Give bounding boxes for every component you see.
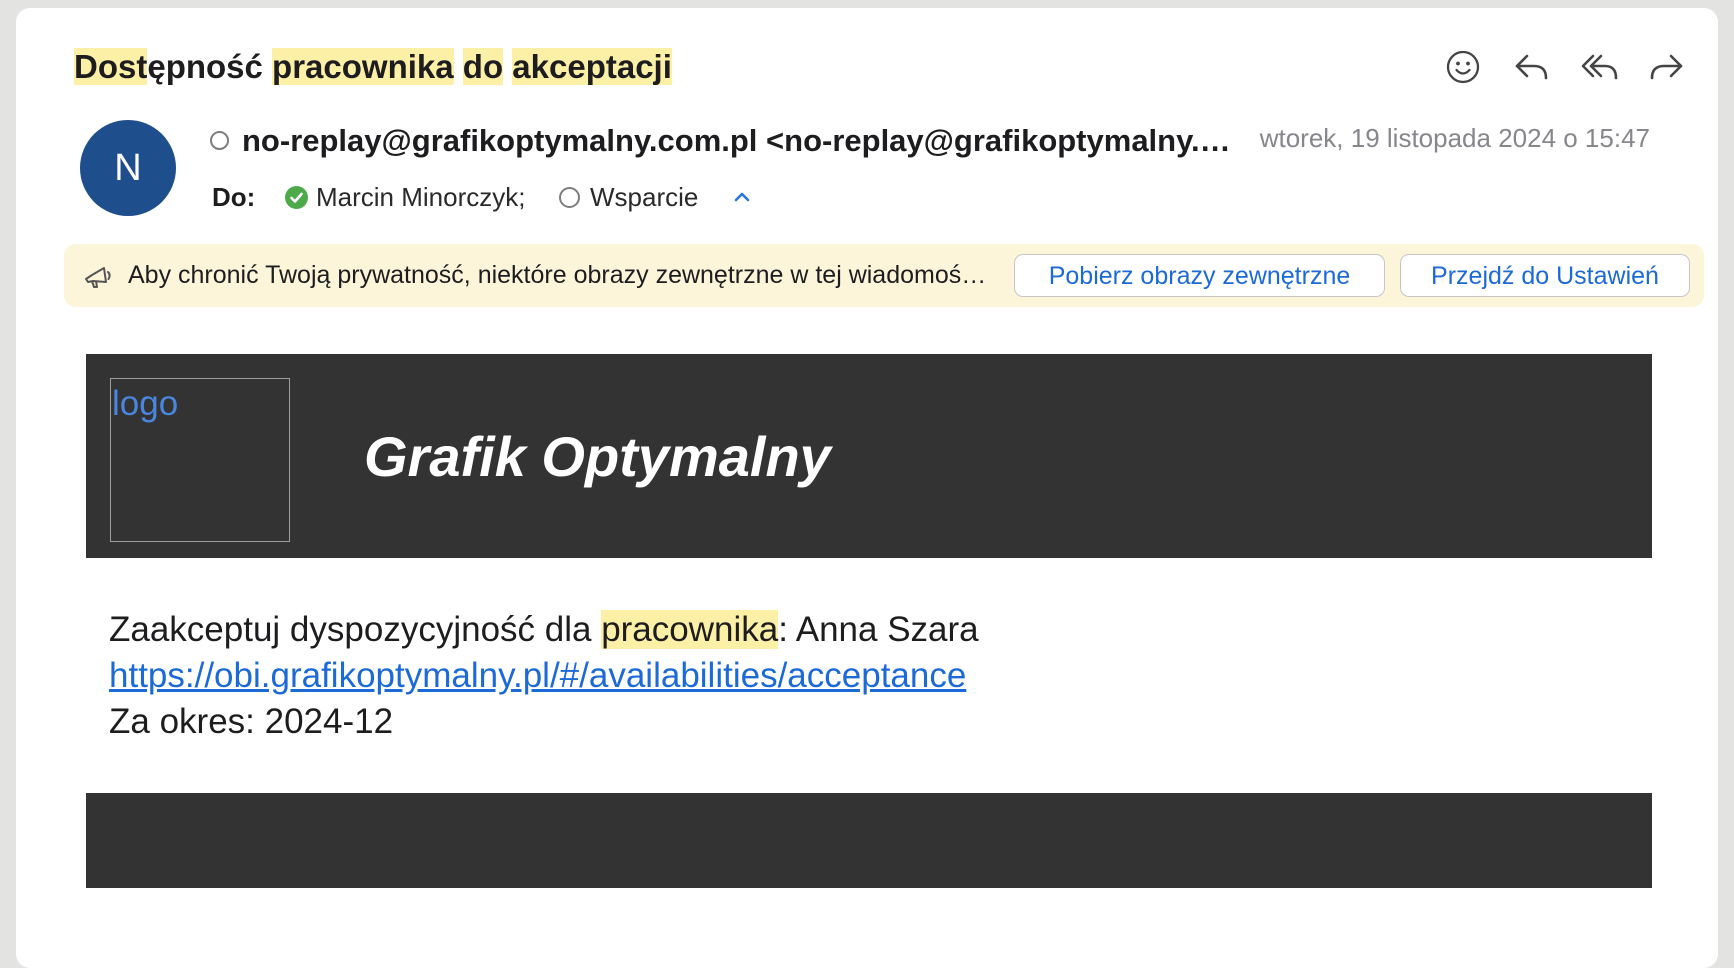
reply-all-icon[interactable] (1577, 45, 1621, 89)
body-text: : Anna Szara (778, 610, 979, 649)
body-line-accept: Zaakceptuj dyspozycyjność dla pracownika… (109, 607, 979, 653)
body-highlight: pracownika (601, 610, 779, 649)
recipient-marcin[interactable]: Marcin Minorczyk; (316, 179, 525, 215)
open-settings-button[interactable]: Przejdź do Ustawień (1400, 254, 1690, 297)
download-images-button[interactable]: Pobierz obrazy zewnętrzne (1014, 254, 1385, 297)
message-card: Dostępność pracownika do akceptacji N no… (16, 8, 1718, 968)
reply-icon[interactable] (1509, 45, 1553, 89)
subject-highlight: Dost (74, 48, 148, 85)
email-header-block: logo Grafik Optymalny (86, 354, 1652, 558)
status-ring-icon (210, 131, 229, 150)
acceptance-link[interactable]: https://obi.grafikoptymalny.pl/#/availab… (109, 656, 966, 695)
logo-alt-text: logo (112, 384, 179, 423)
recipient-wsparcie[interactable]: Wsparcie (590, 179, 698, 215)
status-ring-icon (559, 187, 580, 208)
email-body: Zaakceptuj dyspozycyjność dla pracownika… (109, 607, 979, 745)
chevron-up-icon[interactable] (728, 183, 756, 211)
verified-check-icon (285, 186, 308, 209)
to-label: Do: (212, 182, 256, 212)
privacy-banner-text: Aby chronić Twoją prywatność, niektóre o… (128, 261, 996, 289)
subject-highlight: pracownika (272, 48, 454, 85)
emoji-reaction-icon[interactable] (1441, 45, 1485, 89)
logo-image-placeholder: logo (110, 378, 290, 542)
sender-address[interactable]: no-replay@grafikoptymalny.com.pl <no-rep… (242, 120, 1242, 162)
body-line-period: Za okres: 2024-12 (109, 702, 394, 741)
body-line-link: https://obi.grafikoptymalny.pl/#/availab… (109, 653, 979, 699)
subject-text (454, 48, 463, 85)
subject-highlight: akceptacji (512, 48, 672, 85)
message-date: wtorek, 19 listopada 2024 o 15:47 (1259, 123, 1650, 153)
subject-highlight: do (462, 48, 504, 85)
forward-icon[interactable] (1645, 45, 1689, 89)
message-subject: Dostępność pracownika do akceptacji (74, 46, 672, 88)
subject-text (503, 48, 512, 85)
email-footer-block (86, 793, 1652, 888)
privacy-speaker-icon (82, 260, 112, 290)
sender-avatar[interactable]: N (80, 120, 176, 216)
brand-title: Grafik Optymalny (364, 425, 831, 488)
privacy-banner: Aby chronić Twoją prywatność, niektóre o… (64, 244, 1704, 307)
subject-text: ępność (147, 48, 273, 85)
body-text: Zaakceptuj dyspozycyjność dla (109, 610, 602, 649)
